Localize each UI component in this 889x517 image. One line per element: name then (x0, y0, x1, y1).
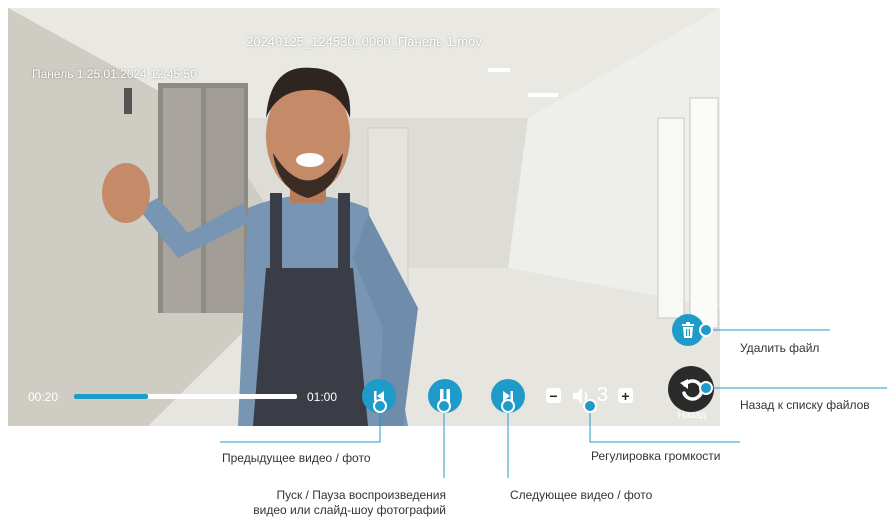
next-callout-dot (501, 399, 515, 413)
video-filename: 20240125_124530_0060_Панель 1.mov (246, 34, 482, 49)
video-overlay-timestamp: Панель 1 25.01.2024 12:45:50 (32, 67, 197, 81)
back-button-label: Назад (677, 410, 707, 421)
current-time: 00:20 (28, 390, 59, 404)
annotation-play-pause-line2: видео или слайд-шоу фотографий (253, 503, 446, 517)
play-callout-dot (437, 399, 451, 413)
plus-icon: + (621, 387, 630, 404)
trash-icon (682, 322, 694, 338)
volume-up-button[interactable]: + (618, 388, 633, 403)
volume-down-button[interactable]: − (546, 388, 561, 403)
delete-callout-dot (699, 323, 713, 337)
annotation-previous: Предыдущее видео / фото (222, 451, 371, 465)
volume-callout-dot (583, 399, 597, 413)
annotation-volume: Регулировка громкости (591, 449, 721, 463)
video-screen: 20240125_124530_0060_Панель 1.mov Панель… (8, 8, 720, 426)
progress-fill (74, 394, 148, 399)
annotation-delete-file: Удалить файл (740, 341, 820, 355)
annotation-next: Следующее видео / фото (510, 488, 653, 502)
volume-level: 3 (597, 384, 609, 406)
back-callout-dot (699, 381, 713, 395)
annotation-back-to-list: Назад к списку файлов (740, 398, 870, 412)
progress-bar[interactable] (74, 394, 297, 399)
total-time: 01:00 (307, 390, 338, 404)
minus-icon: − (549, 387, 558, 404)
annotation-play-pause-line1: Пуск / Пауза воспроизведения (276, 488, 446, 502)
prev-callout-dot (373, 399, 387, 413)
